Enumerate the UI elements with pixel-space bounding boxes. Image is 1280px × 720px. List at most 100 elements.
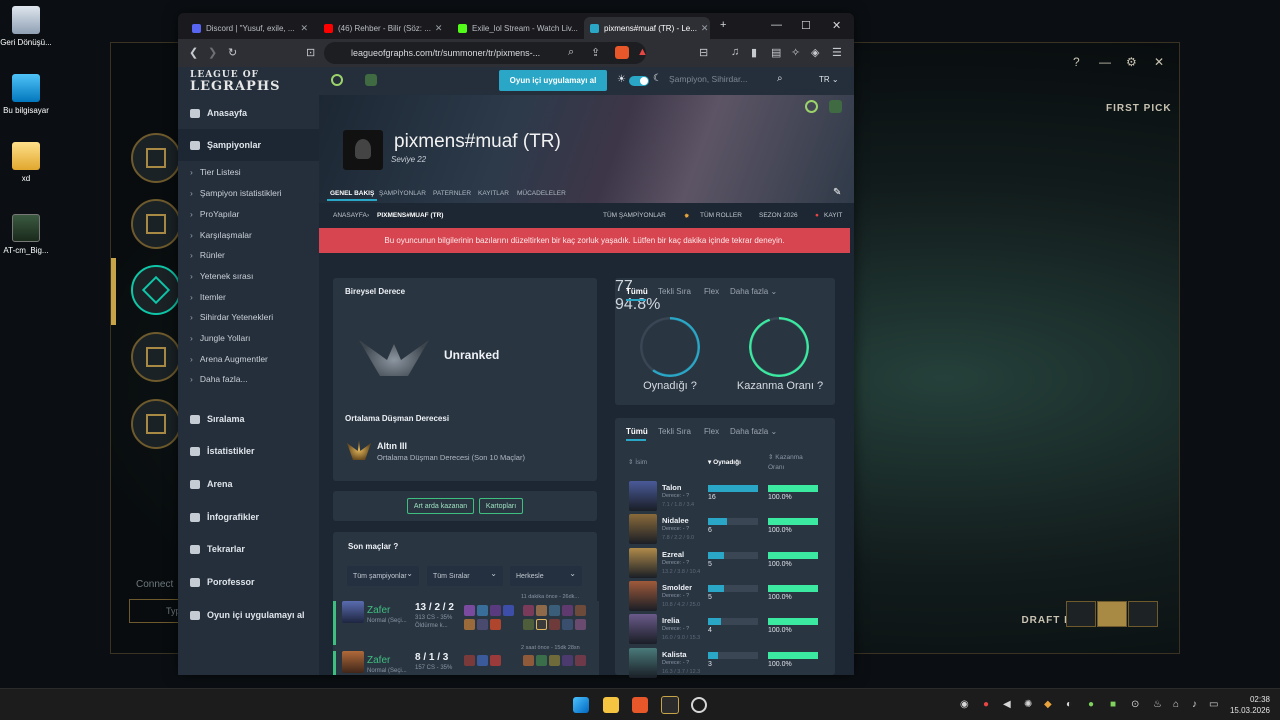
nav-sub-more[interactable]: Daha fazla...	[178, 369, 319, 389]
help-icon[interactable]: ?	[393, 542, 398, 551]
tab-records[interactable]: KAYITLAR	[475, 188, 512, 199]
tab-kick[interactable]: Exile_lol Stream - Watch Liv... ✕	[452, 17, 580, 39]
minimize-icon[interactable]: —	[771, 19, 782, 31]
position-top-button[interactable]	[131, 133, 181, 183]
nav-get-app[interactable]: Oyun içi uygulamayı al	[178, 599, 319, 631]
champion-row[interactable]: Smolder Derece: - ? 10.8 / 4.2 / 25.0 5 …	[629, 580, 829, 611]
brave-shields-icon[interactable]	[615, 46, 629, 59]
music-icon[interactable]: ♫	[731, 46, 739, 58]
filter-all-champions[interactable]: Tüm şampiyonlar	[347, 566, 419, 586]
col-winrate-header[interactable]: ⇕ Kazanma Oranı	[768, 453, 818, 473]
leo-icon[interactable]: ✧	[791, 46, 800, 59]
tab-close-icon[interactable]: ✕	[697, 23, 709, 34]
filter-roles[interactable]: TÜM ROLLER	[700, 212, 742, 219]
desktop-icon-folder[interactable]: xd	[0, 142, 52, 184]
nav-porofessor[interactable]: Porofessor	[178, 566, 319, 598]
nav-home[interactable]: Anasayfa	[178, 97, 319, 129]
nav-infographics[interactable]: İnfografikler	[178, 501, 319, 533]
close-icon[interactable]: ✕	[1154, 55, 1164, 69]
volume-icon[interactable]: ♪	[1192, 699, 1197, 710]
extensions-icon[interactable]: ▤	[771, 46, 781, 59]
lol-icon[interactable]	[331, 74, 343, 86]
stats-tab-solo[interactable]: Tekli Sıra	[658, 287, 691, 296]
region-select[interactable]: TR ⌄	[819, 75, 839, 84]
nav-replays[interactable]: Tekrarlar	[178, 533, 319, 565]
tab-overview[interactable]: GENEL BAKIŞ	[327, 188, 378, 201]
nav-sub-summoner-spells[interactable]: Sihirdar Yetenekleri	[178, 307, 319, 327]
network-icon[interactable]: ⌂	[1173, 699, 1179, 710]
maximize-icon[interactable]: ☐	[801, 19, 811, 32]
desktop-icon-video[interactable]: AT-cm_Big...	[0, 214, 52, 256]
nav-sub-champ-stats[interactable]: Şampiyon istatistikleri	[178, 183, 319, 203]
col-name-header[interactable]: ⇕ İsim	[628, 458, 647, 466]
nav-sub-arena-augments[interactable]: Arena Augmentler	[178, 349, 319, 369]
vpn-icon[interactable]: ◈	[811, 46, 819, 59]
champion-row[interactable]: Talon Derece: - ? 7.1 / 1.8 / 3.4 16 100…	[629, 481, 829, 511]
tab-patterns[interactable]: PATERNLER	[430, 188, 474, 199]
battery-icon[interactable]: ▭	[1209, 699, 1218, 710]
bookmark-icon[interactable]: ⊡	[306, 46, 315, 59]
tab-close-icon[interactable]: ✕	[578, 23, 580, 34]
site-search-input[interactable]: Şampiyon, Sihirdar...	[669, 74, 747, 84]
win-streak-button[interactable]: Art arda kazanan	[407, 498, 474, 514]
position-mid-button[interactable]	[131, 265, 181, 315]
search-icon[interactable]: ⌕	[777, 73, 783, 84]
filter-champions[interactable]: TÜM ŞAMPİYONLAR	[603, 212, 666, 219]
tab-close-icon[interactable]: ✕	[296, 23, 308, 34]
chat-button[interactable]	[1066, 601, 1096, 627]
close-icon[interactable]: ✕	[832, 19, 841, 32]
sidebar-icon[interactable]: ▮	[751, 46, 757, 59]
col-played-header[interactable]: ▾ Oynadığı	[708, 458, 741, 466]
nav-ranking[interactable]: Sıralama	[178, 403, 319, 435]
nav-sub-items[interactable]: Itemler	[178, 287, 319, 307]
filter-everyone[interactable]: Herkesle	[510, 566, 582, 586]
champ-tab-all[interactable]: Tümü	[626, 427, 648, 436]
tray-icon[interactable]: ⊙	[1131, 699, 1139, 710]
brave-icon[interactable]	[632, 697, 648, 713]
help-icon[interactable]: ?	[817, 380, 823, 392]
stats-tab-more[interactable]: Daha fazla ⌄	[730, 287, 777, 296]
brave-rewards-icon[interactable]: ▲	[637, 46, 648, 58]
nav-sub-tier-list[interactable]: Tier Listesi	[178, 162, 319, 182]
nav-sub-jungle-paths[interactable]: Jungle Yolları	[178, 328, 319, 348]
nav-statistics[interactable]: İstatistikler	[178, 435, 319, 467]
champion-row[interactable]: Ezreal Derece: - ? 13.2 / 3.8 / 10.4 5 1…	[629, 547, 829, 578]
stats-tab-flex[interactable]: Flex	[704, 287, 719, 296]
snowball-button[interactable]: Kartopları	[479, 498, 523, 514]
tray-icon[interactable]: ●	[983, 699, 989, 710]
draft-button[interactable]	[1097, 601, 1127, 627]
tray-icon[interactable]: ■	[1110, 699, 1116, 710]
position-bot-button[interactable]	[131, 332, 181, 382]
nav-sub-skill-order[interactable]: Yetenek sırası	[178, 266, 319, 286]
new-tab-icon[interactable]: +	[720, 19, 726, 31]
stats-tab-all[interactable]: Tümü	[626, 287, 648, 296]
desktop-icon-this-pc[interactable]: Bu bilgisayar	[0, 74, 52, 116]
site-logo[interactable]: LEAGUE OF LEGRAPHS	[190, 70, 281, 93]
tab-close-icon[interactable]: ✕	[431, 23, 443, 34]
tab-challenges[interactable]: MÜCADELELER	[514, 188, 569, 199]
desktop-icon-recycle-bin[interactable]: Geri Dönüşü...	[0, 6, 52, 48]
champ-tab-solo[interactable]: Tekli Sıra	[658, 427, 691, 436]
file-explorer-icon[interactable]	[603, 697, 619, 713]
tab-youtube[interactable]: (46) Rehber - Bilir (Söz: ... ✕	[318, 17, 448, 39]
help-icon[interactable]: ?	[691, 380, 697, 392]
taskbar-clock[interactable]: 02:38 15.03.2026	[1226, 694, 1270, 716]
tft-icon[interactable]	[365, 74, 377, 86]
steam-icon[interactable]	[691, 697, 707, 713]
forward-icon[interactable]: ❯	[208, 46, 217, 59]
tft-badge-icon[interactable]	[829, 100, 842, 113]
nav-champions[interactable]: Şampiyonlar	[178, 129, 319, 161]
position-jungle-button[interactable]	[131, 199, 181, 249]
tab-leagueofgraphs[interactable]: pixmens#muaf (TR) - Le... ✕	[584, 17, 710, 39]
match-row[interactable]: Zafer Normal (Seçi... 8 / 1 / 3 157 CS -…	[333, 651, 599, 675]
nav-arena[interactable]: Arena	[178, 468, 319, 500]
lol-badge-icon[interactable]	[805, 100, 818, 113]
settings-icon[interactable]: ⚙	[1126, 55, 1137, 69]
start-icon[interactable]	[573, 697, 589, 713]
champ-tab-more[interactable]: Daha fazla ⌄	[730, 427, 777, 436]
champion-row[interactable]: Irelia Derece: - ? 16.0 / 9.0 / 15.3 4 1…	[629, 614, 829, 645]
champion-row[interactable]: Kalista Derece: - ? 16.3 / 3.7 / 12.3 3 …	[629, 647, 829, 678]
back-icon[interactable]: ❮	[189, 46, 198, 59]
champion-row[interactable]: Nidalee Derece: - ? 7.8 / 2.2 / 9.0 6 10…	[629, 514, 829, 545]
tray-icon[interactable]: ✺	[1024, 699, 1032, 710]
